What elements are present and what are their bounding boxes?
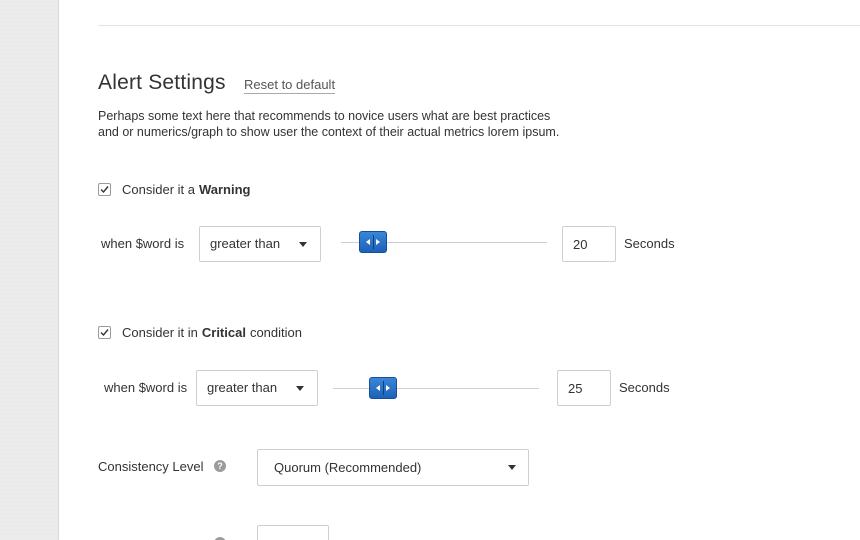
check-icon bbox=[100, 186, 109, 194]
grip-line bbox=[373, 235, 374, 249]
consistency-level-label: Consistency Level bbox=[98, 459, 204, 474]
section-title: Alert Settings bbox=[98, 71, 226, 94]
critical-operator-select[interactable]: greater than bbox=[196, 370, 318, 406]
critical-value-input[interactable] bbox=[557, 370, 611, 406]
slider-handle-icon[interactable] bbox=[359, 231, 387, 253]
warning-value-input[interactable] bbox=[562, 226, 616, 262]
caret-down-icon bbox=[296, 386, 304, 391]
warning-checkbox[interactable] bbox=[98, 183, 111, 196]
caret-down-icon bbox=[508, 465, 516, 470]
next-setting-input[interactable] bbox=[257, 525, 329, 540]
critical-checkbox[interactable] bbox=[98, 326, 111, 339]
question-circle-icon[interactable]: ? bbox=[214, 460, 226, 472]
settings-panel: Alert Settings Reset to default Perhaps … bbox=[59, 0, 860, 540]
check-icon bbox=[100, 329, 109, 337]
critical-operator-value: greater than bbox=[207, 380, 278, 395]
arrow-left-icon bbox=[366, 239, 370, 245]
slider-track bbox=[333, 388, 539, 389]
warning-operator-value: greater than bbox=[210, 236, 281, 251]
slider-handle-icon[interactable] bbox=[369, 377, 397, 399]
warning-unit-label: Seconds bbox=[624, 236, 675, 251]
warning-condition-label: when $word is bbox=[101, 236, 185, 251]
reset-to-default-link[interactable]: Reset to default bbox=[244, 77, 336, 94]
warning-checkbox-row[interactable]: Consider it a Warning bbox=[98, 182, 255, 197]
critical-checkbox-row[interactable]: Consider it in Critical condition bbox=[98, 325, 302, 340]
warning-label-prefix: Consider it a bbox=[122, 182, 195, 197]
consistency-level-select[interactable]: Quorum (Recommended) bbox=[257, 449, 529, 486]
consistency-level-value: Quorum (Recommended) bbox=[274, 460, 422, 475]
description-line-2: and or numerics/graph to show user the c… bbox=[98, 125, 560, 139]
description-line-1: Perhaps some text here that recommends t… bbox=[98, 109, 551, 123]
warning-label-bold: Warning bbox=[198, 182, 251, 197]
section-divider bbox=[98, 25, 860, 26]
critical-label-suffix: condition bbox=[249, 325, 302, 340]
arrow-right-icon bbox=[386, 385, 390, 391]
critical-condition-label: when $word is bbox=[104, 380, 188, 395]
critical-unit-label: Seconds bbox=[619, 380, 670, 395]
arrow-right-icon bbox=[376, 239, 380, 245]
arrow-left-icon bbox=[376, 385, 380, 391]
section-description: Perhaps some text here that recommends t… bbox=[98, 108, 618, 140]
critical-label-prefix: Consider it in bbox=[122, 325, 198, 340]
left-gutter bbox=[0, 0, 59, 540]
critical-threshold-slider[interactable] bbox=[333, 372, 539, 406]
warning-operator-select[interactable]: greater than bbox=[199, 226, 321, 262]
critical-label-bold: Critical bbox=[201, 325, 246, 340]
grip-line bbox=[383, 381, 384, 395]
warning-threshold-slider[interactable] bbox=[341, 226, 547, 260]
caret-down-icon bbox=[299, 242, 307, 247]
